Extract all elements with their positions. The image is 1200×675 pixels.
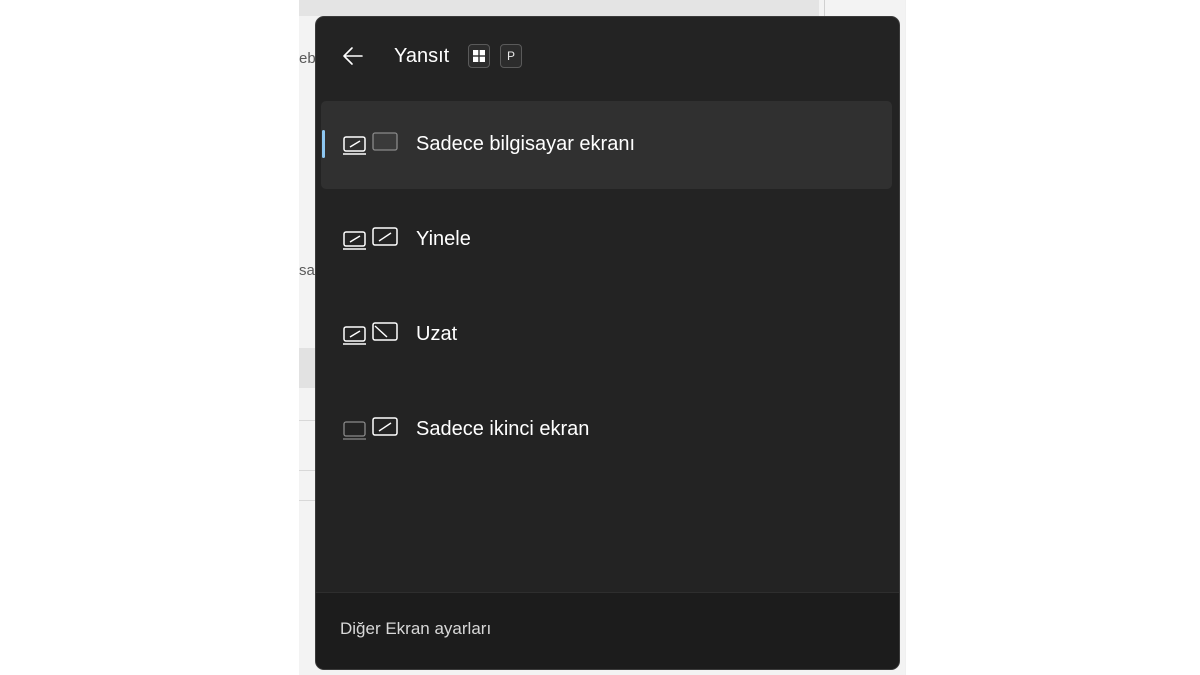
other-display-settings-link[interactable]: Diğer Ekran ayarları xyxy=(340,619,491,639)
option-label: Sadece bilgisayar ekranı xyxy=(416,133,636,155)
flyout-footer: Diğer Ekran ayarları xyxy=(316,592,899,669)
background-text-fragment: eb xyxy=(299,50,316,67)
background-topbar xyxy=(299,0,819,16)
selection-indicator xyxy=(322,130,325,158)
flyout-title: Yansıt xyxy=(394,45,450,67)
p-key: P xyxy=(500,44,522,68)
duplicate-icon xyxy=(343,227,398,250)
background-edge xyxy=(905,0,906,675)
project-flyout: Yansıt P Sadece bilgisayar ekranı Yinele… xyxy=(315,16,900,670)
pc-screen-only-icon xyxy=(343,132,398,155)
option-label: Sadece ikinci ekran xyxy=(416,418,590,440)
option-second-screen-only[interactable]: Sadece ikinci ekran xyxy=(321,386,892,474)
windows-key-icon xyxy=(468,44,490,68)
flyout-header: Yansıt P xyxy=(316,17,899,97)
option-label: Yinele xyxy=(416,228,471,250)
background-text-fragment: sa xyxy=(299,262,315,279)
arrow-left-icon xyxy=(343,47,363,65)
option-duplicate[interactable]: Yinele xyxy=(321,196,892,284)
option-pc-screen-only[interactable]: Sadece bilgisayar ekranı xyxy=(321,101,892,189)
option-extend[interactable]: Uzat xyxy=(321,291,892,379)
projection-options-list: Sadece bilgisayar ekranı Yinele Uzat Sad… xyxy=(321,101,892,481)
second-screen-only-icon xyxy=(343,417,398,440)
back-button[interactable] xyxy=(338,41,368,71)
option-label: Uzat xyxy=(416,323,458,345)
extend-icon xyxy=(343,322,398,345)
